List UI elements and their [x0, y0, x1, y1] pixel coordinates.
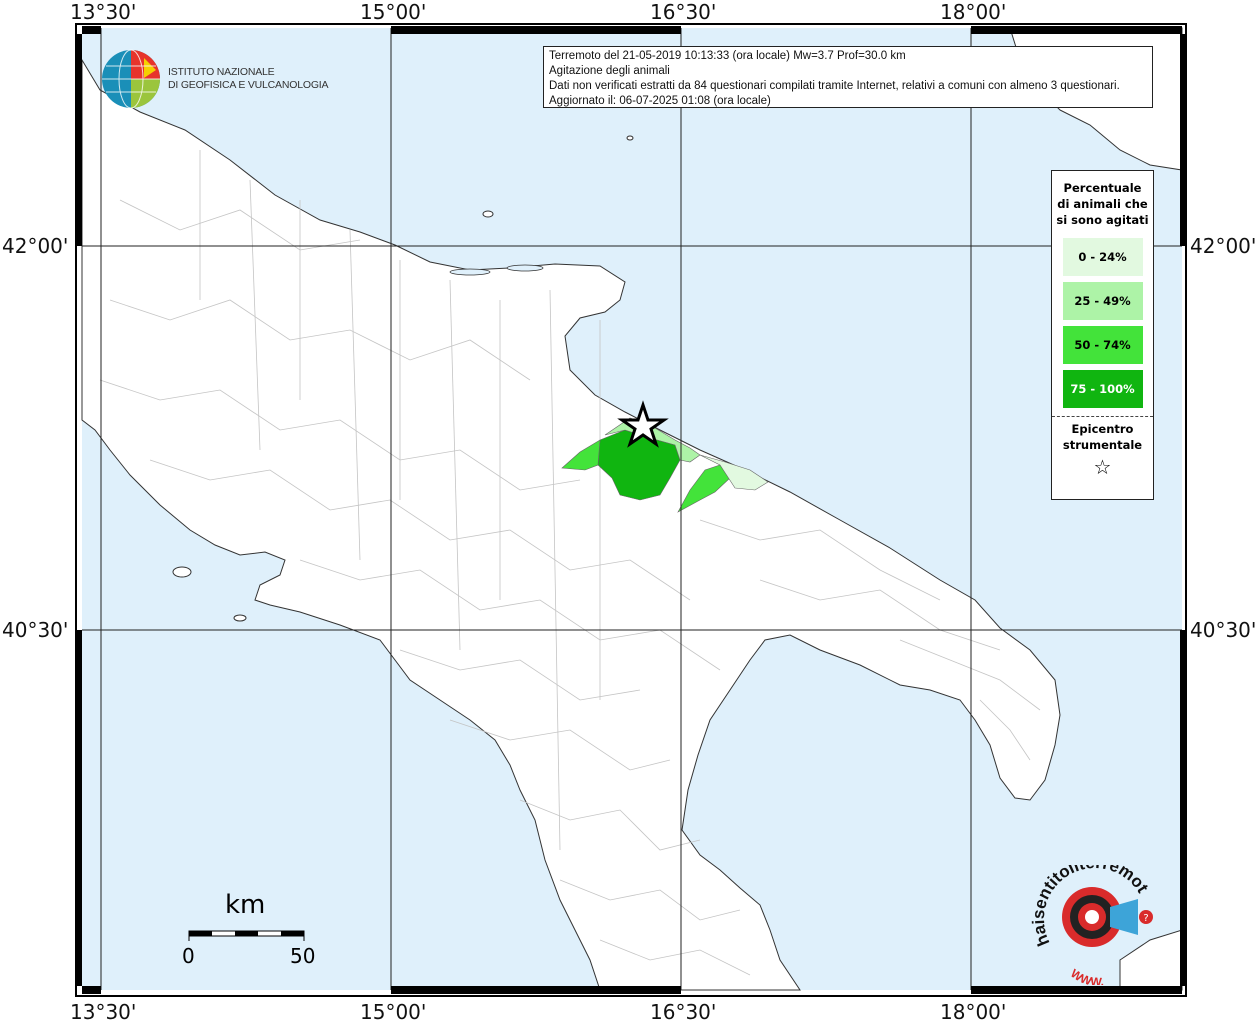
- island-tremiti: [482, 210, 494, 218]
- island-capri: [233, 614, 247, 622]
- lon-tick-1330-top: 13°30': [70, 0, 137, 24]
- legend-epicenter-star-icon: ☆: [1093, 455, 1112, 479]
- svg-text:WWW.: WWW.: [1068, 966, 1104, 985]
- lon-tick-1800-bottom: 18°00': [940, 1000, 1007, 1024]
- lat-tick-4030-left: 40°30': [2, 618, 69, 642]
- lon-tick-1330-bottom: 13°30': [70, 1000, 137, 1024]
- lat-tick-4200-right: 42°00': [1190, 234, 1255, 258]
- map-subject: Agitazione degli animali: [549, 65, 670, 77]
- ingv-globe-icon: [102, 49, 160, 109]
- hsit-target-icon: ? haisentitoilterremoto.it WWW.: [1025, 850, 1153, 989]
- island-ischia: [172, 566, 192, 578]
- logo-line2: DI GEOFISICA E VULCANOLOGIA: [168, 79, 329, 91]
- lon-tick-1500-top: 15°00': [360, 0, 427, 24]
- legend-class-0-24: 0 - 24%: [1062, 238, 1143, 276]
- legend-epicenter-label: Epicentro strumentale: [1062, 422, 1143, 452]
- legend-class-50-74: 50 - 74%: [1062, 326, 1143, 364]
- data-note: Dati non verificati estratti da 84 quest…: [549, 80, 1120, 92]
- lake-varano: [506, 264, 544, 272]
- legend-label-25-49: 25 - 49%: [1074, 294, 1131, 308]
- event-title: Terremoto del 21-05-2019 10:13:33 (ora l…: [549, 50, 906, 62]
- lake-lesina: [449, 268, 491, 276]
- hsit-logo[interactable]: ? haisentitoilterremoto.it WWW.: [1025, 850, 1160, 989]
- ingv-logo: ISTITUTO NAZIONALE DI GEOFISICA E VULCAN…: [100, 48, 329, 110]
- scalebar-unit: km: [225, 890, 266, 920]
- lat-tick-4200-left: 42°00': [2, 234, 69, 258]
- logo-line1: ISTITUTO NAZIONALE: [168, 66, 275, 78]
- legend: Percentuale di animali che si sono agita…: [1051, 170, 1154, 500]
- island-small: [626, 135, 634, 141]
- legend-label-75-100: 75 - 100%: [1070, 382, 1135, 396]
- lon-tick-1500-bottom: 15°00': [360, 1000, 427, 1024]
- svg-text:?: ?: [1143, 913, 1148, 924]
- scalebar: km 0 50: [180, 890, 320, 970]
- lon-tick-1630-top: 16°30': [650, 0, 717, 24]
- updated-timestamp: Aggiornato il: 06-07-2025 01:08 (ora loc…: [549, 95, 771, 107]
- lat-tick-4030-right: 40°30': [1190, 618, 1255, 642]
- legend-class-75-100: 75 - 100%: [1062, 370, 1143, 408]
- legend-label-0-24: 0 - 24%: [1078, 250, 1127, 264]
- legend-class-25-49: 25 - 49%: [1062, 282, 1143, 320]
- event-info-box: Terremoto del 21-05-2019 10:13:33 (ora l…: [543, 46, 1153, 108]
- scalebar-end: 50: [290, 944, 316, 968]
- lon-tick-1800-top: 18°00': [940, 0, 1007, 24]
- legend-title: Percentuale di animali che si sono agita…: [1056, 181, 1149, 227]
- scalebar-start: 0: [182, 944, 195, 968]
- legend-separator: [1052, 416, 1153, 417]
- lon-tick-1630-bottom: 16°30': [650, 1000, 717, 1024]
- hsit-www-text: WWW.: [1068, 966, 1104, 989]
- legend-label-50-74: 50 - 74%: [1074, 338, 1131, 352]
